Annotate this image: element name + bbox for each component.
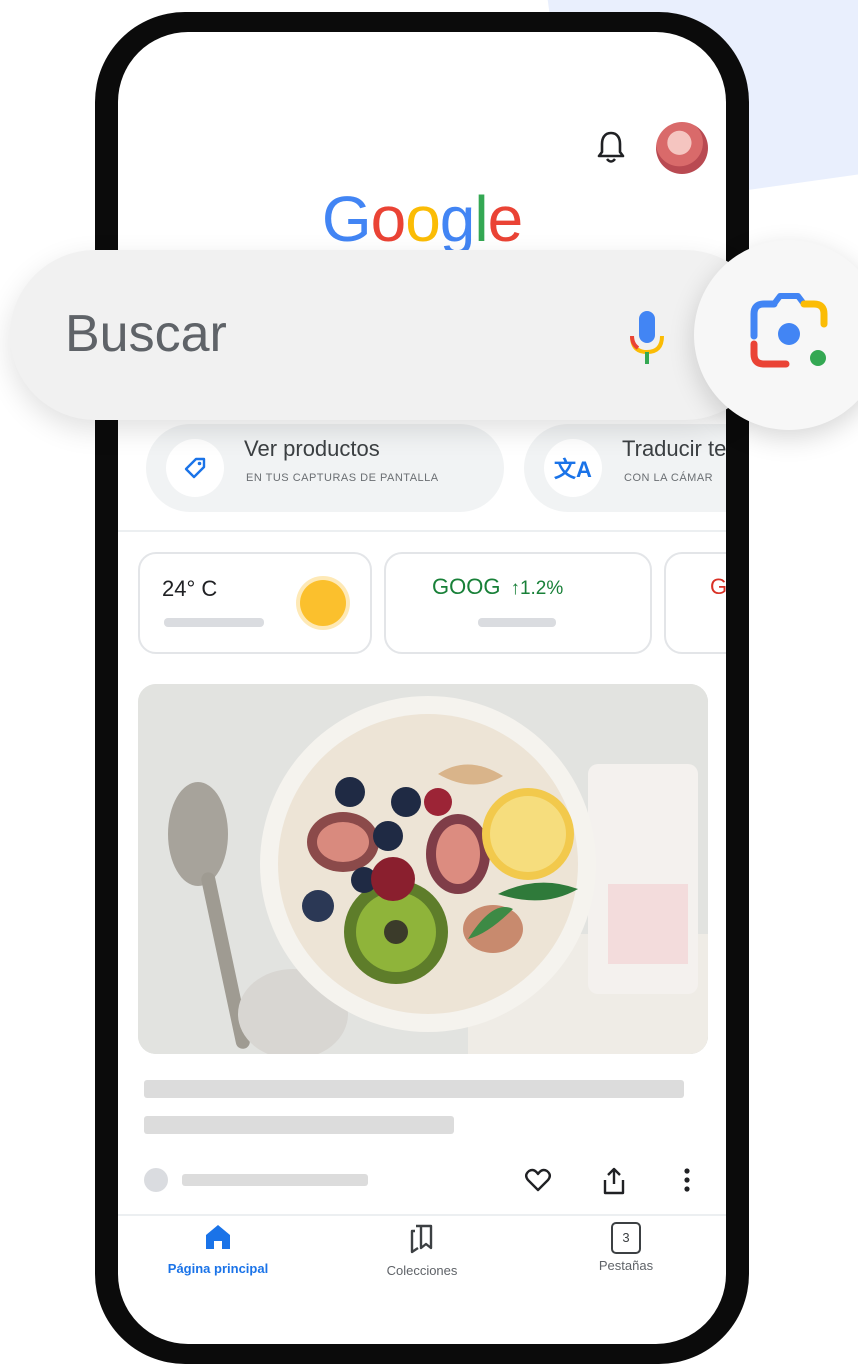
home-icon [206,1225,230,1249]
sun-icon [300,580,346,626]
search-input[interactable]: Buscar [65,304,227,364]
third-card[interactable]: G [664,552,726,654]
title-placeholder-1 [144,1080,684,1098]
collections-icon [410,1224,433,1254]
logo-letter-5: l [474,183,488,255]
google-lens-icon [750,293,828,368]
search-bar[interactable]: Buscar [10,250,770,420]
source-placeholder [182,1174,368,1186]
stock-change: ↑1.2% [510,578,564,599]
profile-avatar[interactable] [656,122,708,174]
nav-home[interactable]: Página principal [118,1222,318,1276]
google-logo: Google [118,182,726,256]
chip-traducir[interactable]: 文A Traducir te CON LA CÁMAR [524,424,726,512]
third-card-text: G [710,574,726,599]
bottom-nav-separator [118,1214,726,1216]
stock-card[interactable]: GOOG ↑1.2% [384,552,652,654]
nav-tabs[interactable]: 3 Pestañas [526,1222,726,1273]
chip-subtitle: EN TUS CAPTURAS DE PANTALLA [246,472,439,484]
bell-icon[interactable] [596,130,626,171]
section-divider [118,530,726,532]
stock-ticker: GOOG [432,574,501,599]
placeholder-bar [478,618,556,627]
phone-screen: Google Ver productos EN TUS CAPTURAS DE … [118,32,726,1344]
logo-letter-4: g [439,183,476,255]
logo-letter-6: e [487,183,524,255]
nav-label: Colecciones [386,1263,458,1278]
weather-card[interactable]: 24° C [138,552,372,654]
title-placeholder-2 [144,1116,454,1134]
chip-subtitle: CON LA CÁMAR [624,472,714,484]
fruit-bowl-photo[interactable] [138,684,708,1054]
placeholder-bar [164,618,264,627]
chip-title: Ver productos [244,436,380,461]
temperature: 24° C [162,576,218,601]
tag-icon [166,439,224,497]
logo-letter-3: o [405,183,441,255]
nav-label: Pestañas [598,1258,654,1273]
source-icon-placeholder [144,1168,168,1192]
tabs-icon: 3 [611,1222,641,1254]
logo-letter-1: G [321,183,372,255]
nav-label: Página principal [167,1261,269,1276]
share-icon[interactable] [600,1166,628,1201]
chip-ver-productos[interactable]: Ver productos EN TUS CAPTURAS DE PANTALL… [146,424,504,512]
logo-letter-2: o [370,183,407,255]
stock-quote: GOOG ↑1.2% [432,574,563,600]
nav-collections[interactable]: Colecciones [322,1222,522,1278]
translate-icon: 文A [544,439,602,497]
mic-icon[interactable] [628,308,666,371]
chip-title: Traducir te [622,436,726,461]
heart-icon[interactable] [524,1166,552,1199]
more-vert-icon[interactable] [682,1166,692,1199]
